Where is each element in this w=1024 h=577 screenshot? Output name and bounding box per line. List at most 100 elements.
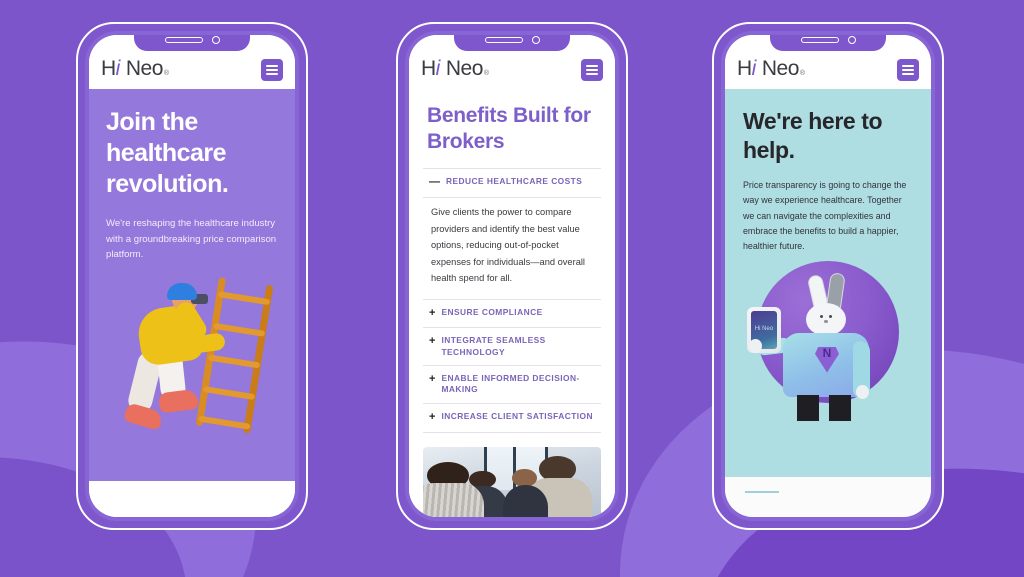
help-section: We're here to help. Price transparency i… xyxy=(725,89,931,517)
ladder-illustration xyxy=(89,263,295,481)
logo-text-h: H xyxy=(737,57,752,80)
menu-line-2 xyxy=(902,69,914,71)
phone-bezel: Hi Neo ® Join the healthcare revolution. W… xyxy=(85,31,299,521)
menu-line-2 xyxy=(586,69,598,71)
benefits-photo-business-meeting xyxy=(423,446,601,517)
footer-divider-line xyxy=(745,491,779,493)
plus-icon: + xyxy=(429,373,436,386)
plus-icon: + xyxy=(429,410,436,423)
phone-bezel: Hi Neo ® We're here to help. Price transpa… xyxy=(721,31,935,521)
phone-notch xyxy=(454,35,570,51)
logo-registered-mark: ® xyxy=(483,70,489,77)
hero-held-phone-text: Hi Neo xyxy=(754,325,774,332)
home-hero-title: Join the healthcare revolution. xyxy=(106,108,229,198)
accordion-item: + Ensure Compliance xyxy=(423,300,601,329)
camera-dot-icon xyxy=(847,36,856,44)
accordion-label: Integrate Seamless Technology xyxy=(441,335,546,357)
logo-text-i: i xyxy=(115,57,121,80)
hamburger-menu-icon[interactable] xyxy=(581,59,603,81)
logo-text-h: H xyxy=(421,57,436,80)
menu-line-2 xyxy=(266,69,278,71)
camera-dot-icon xyxy=(531,36,540,44)
menu-line-1 xyxy=(586,64,598,67)
minus-icon: — xyxy=(429,176,440,189)
accordion-item: + Increase Client Satisfaction xyxy=(423,404,601,433)
accordion-label: Ensure Compliance xyxy=(441,306,543,317)
help-subtitle: Price transparency is going to change th… xyxy=(743,180,907,252)
accordion-label: Enable Informed Decision-Making xyxy=(441,373,580,395)
hamburger-menu-icon[interactable] xyxy=(897,59,919,81)
accordion-header-enable-informed-decision-making[interactable]: + Enable Informed Decision-Making xyxy=(423,366,601,403)
climber-shoe-back xyxy=(123,401,164,431)
benefits-title: Benefits Built for Brokers xyxy=(427,104,591,153)
logo-text-neo: Neo xyxy=(761,57,800,80)
hero-leg-left xyxy=(797,394,819,421)
climber-character xyxy=(119,282,239,445)
phone-notch xyxy=(134,35,250,51)
accordion-header-ensure-compliance[interactable]: + Ensure Compliance xyxy=(423,300,601,328)
ladder-rail-right xyxy=(243,284,274,434)
menu-line-3 xyxy=(902,73,914,76)
phone-screen-help: Hi Neo ® We're here to help. Price transpa… xyxy=(725,35,931,517)
plus-icon: + xyxy=(429,335,436,348)
speaker-slot-icon xyxy=(800,37,839,43)
hamburger-menu-icon[interactable] xyxy=(261,59,283,81)
phone-notch xyxy=(770,35,886,51)
accordion-label: Reduce Healthcare Costs xyxy=(446,176,583,187)
plus-icon: + xyxy=(429,306,436,319)
bunny-eye-right xyxy=(829,314,832,318)
home-hero-section: Join the healthcare revolution. We're re… xyxy=(89,89,295,481)
logo-text-i: i xyxy=(751,57,757,80)
help-title: We're here to help. xyxy=(743,108,883,163)
accordion-header-increase-client-satisfaction[interactable]: + Increase Client Satisfaction xyxy=(423,404,601,432)
menu-line-3 xyxy=(266,73,278,76)
menu-line-1 xyxy=(902,64,914,67)
benefits-accordion: — Reduce Healthcare Costs Give clients t… xyxy=(423,168,601,433)
logo-text-i: i xyxy=(435,57,441,80)
logo-hi-neo[interactable]: Hi Neo ® xyxy=(737,57,805,81)
hero-leg-right xyxy=(829,394,851,421)
logo-hi-neo[interactable]: Hi Neo ® xyxy=(421,57,489,81)
climber-cap xyxy=(167,282,197,300)
phone-mockup-help: Hi Neo ® We're here to help. Price transpa… xyxy=(712,22,944,530)
speaker-slot-icon xyxy=(164,37,203,43)
bunny-eye-left xyxy=(820,314,823,318)
hero-hand-right xyxy=(856,384,869,399)
menu-line-3 xyxy=(586,73,598,76)
logo-text-h: H xyxy=(101,57,116,80)
home-hero-copy: Join the healthcare revolution. We're re… xyxy=(89,89,295,263)
logo-registered-mark: ® xyxy=(163,70,169,77)
logo-hi-neo[interactable]: Hi Neo ® xyxy=(101,57,169,81)
phone-screen-benefits: Hi Neo ® Benefits Built for Brokers — RE… xyxy=(409,35,615,517)
presentation-canvas: Hi Neo ® Join the healthcare revolution. W… xyxy=(0,0,1024,577)
accordion-label: Increase Client Satisfaction xyxy=(441,410,594,421)
camera-dot-icon xyxy=(211,36,220,44)
bunny-face xyxy=(820,314,832,324)
accordion-header-integrate-seamless-technology[interactable]: + Integrate Seamless Technology xyxy=(423,328,601,365)
photo-person-body xyxy=(423,483,484,517)
bunny-hero-illustration: N Hi Neo xyxy=(725,255,931,477)
accordion-item: + Integrate Seamless Technology xyxy=(423,328,601,367)
phone-mockup-home: Hi Neo ® Join the healthcare revolution. W… xyxy=(76,22,308,530)
phone-mockup-benefits: Hi Neo ® Benefits Built for Brokers — RE… xyxy=(396,22,628,530)
hero-emblem-letter: N xyxy=(822,345,832,360)
climber-shoe-front xyxy=(157,388,200,413)
accordion-header-reduce-healthcare-costs[interactable]: — Reduce Healthcare Costs xyxy=(423,169,601,197)
logo-registered-mark: ® xyxy=(799,70,805,77)
logo-text-neo: Neo xyxy=(445,57,484,80)
hero-hand-left xyxy=(749,338,762,353)
menu-line-1 xyxy=(266,64,278,67)
speaker-slot-icon xyxy=(484,37,523,43)
logo-text-neo: Neo xyxy=(125,57,164,80)
bunny-nose xyxy=(824,319,828,323)
accordion-panel-body: Give clients the power to compare provid… xyxy=(423,196,601,299)
accordion-item: — Reduce Healthcare Costs Give clients t… xyxy=(423,169,601,300)
home-hero-subtitle: We're reshaping the healthcare industry … xyxy=(106,218,277,261)
phone-bezel: Hi Neo ® Benefits Built for Brokers — RE… xyxy=(405,31,619,521)
benefits-section: Benefits Built for Brokers — Reduce Heal… xyxy=(409,89,615,517)
help-copy: We're here to help. Price transparency i… xyxy=(725,89,931,255)
accordion-item: + Enable Informed Decision-Making xyxy=(423,366,601,404)
phone-screen-home: Hi Neo ® Join the healthcare revolution. W… xyxy=(89,35,295,517)
home-footer-strip xyxy=(89,481,295,517)
help-footer-strip xyxy=(725,477,931,517)
